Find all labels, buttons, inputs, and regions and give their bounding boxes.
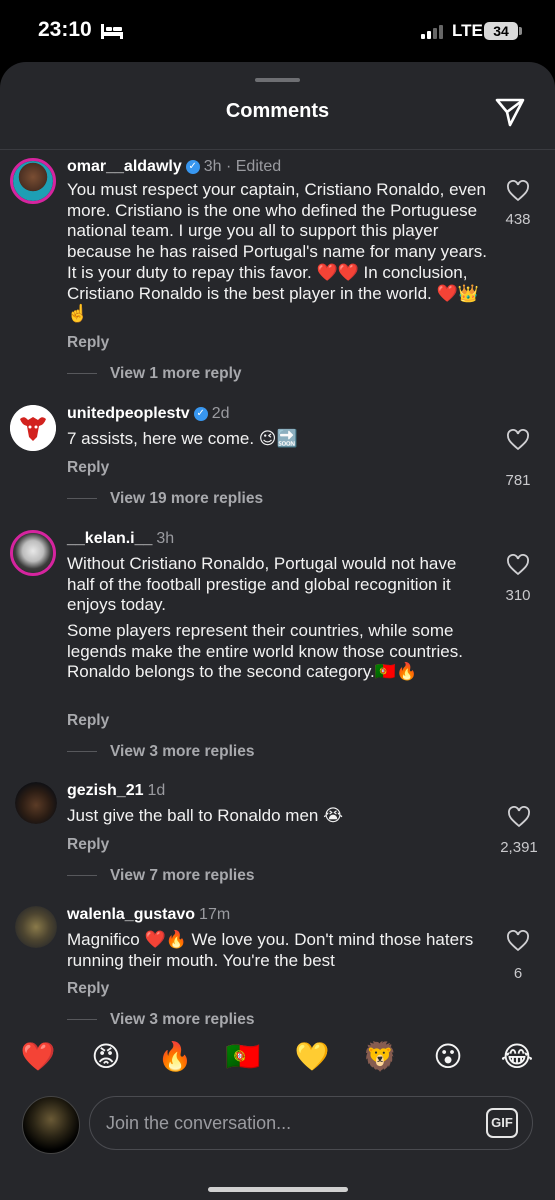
avatar[interactable] <box>10 530 56 576</box>
like-control[interactable]: 2,391 <box>494 806 544 856</box>
avatar[interactable] <box>10 405 56 451</box>
network-label: LTE <box>452 21 483 40</box>
comment-input[interactable] <box>89 1096 533 1150</box>
comment-text: Just give the ball to Ronaldo men 😭 <box>67 806 343 825</box>
reply-button[interactable]: Reply <box>67 334 109 352</box>
reaction-lion[interactable]: 🦁 <box>360 1040 400 1073</box>
username[interactable]: omar__aldawly <box>67 158 182 175</box>
heart-icon[interactable] <box>506 930 530 952</box>
like-count: 6 <box>513 965 523 982</box>
reaction-laughing[interactable]: 😂 <box>497 1040 537 1073</box>
like-count: 438 <box>505 211 531 228</box>
home-indicator <box>208 1187 348 1192</box>
verified-badge-icon: ✓ <box>185 159 200 174</box>
avatar[interactable] <box>10 158 56 204</box>
my-avatar[interactable] <box>22 1096 80 1154</box>
heart-icon[interactable] <box>506 180 530 202</box>
status-bar: 23:10 LTE 34 <box>0 0 555 62</box>
heart-icon[interactable] <box>507 806 531 828</box>
view-more-replies[interactable]: View 19 more replies <box>67 490 263 508</box>
username[interactable]: __kelan.i__ <box>67 530 152 547</box>
bull-logo-icon <box>10 405 56 451</box>
comments-sheet: Comments omar__aldawly ✓ 3h · Edited You m… <box>0 62 555 1200</box>
comment-meta: 1d <box>147 782 166 799</box>
view-more-replies[interactable]: View 3 more replies <box>67 1011 254 1029</box>
like-control[interactable]: 310 <box>496 554 540 604</box>
gif-button[interactable]: GIF <box>486 1108 518 1138</box>
like-control[interactable]: 6 <box>496 930 540 982</box>
reaction-heart[interactable]: ❤️ <box>18 1040 58 1073</box>
avatar[interactable] <box>15 782 57 824</box>
reply-button[interactable]: Reply <box>67 980 109 998</box>
heart-icon[interactable] <box>506 554 530 576</box>
comment-meta: 3h <box>156 530 175 547</box>
reply-button[interactable]: Reply <box>67 459 109 477</box>
reaction-surprised[interactable]: 😮 <box>428 1040 468 1073</box>
username[interactable]: walenla_gustavo <box>67 906 195 923</box>
view-more-replies[interactable]: View 3 more replies <box>67 743 254 761</box>
share-icon[interactable] <box>494 96 526 128</box>
heart-icon[interactable] <box>506 429 530 451</box>
comment-header: gezish_21 1d <box>67 782 165 800</box>
battery-tip <box>519 27 522 35</box>
comment-composer: GIF <box>0 1084 555 1200</box>
like-count: 310 <box>505 587 531 604</box>
reaction-yellow-heart[interactable]: 💛 <box>292 1040 332 1073</box>
signal-strength-icon <box>421 25 443 39</box>
comment-header: walenla_gustavo 17m <box>67 906 230 924</box>
sheet-divider <box>0 149 555 150</box>
like-count: 2,391 <box>500 839 538 856</box>
username[interactable]: gezish_21 <box>67 782 143 799</box>
sheet-grabber[interactable] <box>255 78 300 82</box>
reply-button[interactable]: Reply <box>67 712 109 730</box>
comment-text-continued: Some players represent their countries, … <box>67 621 463 682</box>
comment-header: omar__aldawly ✓ 3h · Edited <box>67 158 281 176</box>
battery-indicator: 34 <box>484 22 518 40</box>
reaction-fire[interactable]: 🔥 <box>155 1040 195 1073</box>
username[interactable]: unitedpeoplestv <box>67 405 190 422</box>
comment-text: You must respect your captain, Cristiano… <box>67 180 487 324</box>
like-count: 781 <box>505 472 531 489</box>
quick-reactions-bar: ❤️ 😡 🔥 🇵🇹 💛 🦁 😮 😂 <box>0 1032 555 1084</box>
like-control[interactable]: 438 <box>496 180 540 228</box>
comment-meta: 17m <box>199 906 231 923</box>
view-more-replies[interactable]: View 7 more replies <box>67 867 254 885</box>
comment-text: Magnifico ❤️🔥 We love you. Don't mind th… <box>67 930 474 970</box>
comment-meta: 2d <box>211 405 230 422</box>
comment-text: 7 assists, here we come. 😉🔜 <box>67 429 298 448</box>
bed-icon <box>101 24 123 39</box>
reaction-portugal-flag[interactable]: 🇵🇹 <box>223 1040 263 1073</box>
comment-header: __kelan.i__ 3h <box>67 530 174 548</box>
like-control[interactable]: 781 <box>496 429 540 489</box>
view-more-replies[interactable]: View 1 more reply <box>67 365 242 383</box>
reaction-angry[interactable]: 😡 <box>86 1040 126 1073</box>
reply-button[interactable]: Reply <box>67 836 109 854</box>
verified-badge-icon: ✓ <box>193 406 208 421</box>
avatar[interactable] <box>15 906 57 948</box>
comment-text: Without Cristiano Ronaldo, Portugal woul… <box>67 554 457 615</box>
sheet-title: Comments <box>225 100 330 122</box>
comment-meta: 3h · Edited <box>203 158 282 175</box>
comment-header: unitedpeoplestv ✓ 2d <box>67 405 229 423</box>
status-time: 23:10 <box>38 18 92 41</box>
